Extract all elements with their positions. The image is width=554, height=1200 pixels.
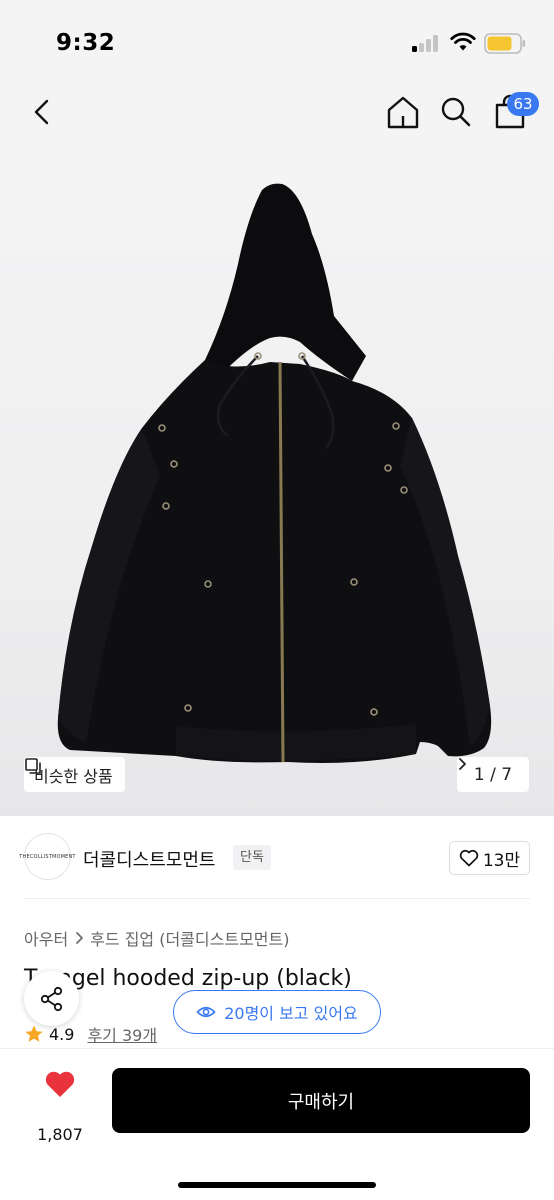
rating-row: 4.9 후기 39개 xyxy=(24,1022,157,1046)
brand-logo[interactable]: THECOLLISTMOMENT xyxy=(19,833,76,880)
brand-like-count: 13만 xyxy=(482,850,521,871)
nav-header xyxy=(0,80,554,146)
heart-filled-icon xyxy=(45,1071,75,1097)
breadcrumb: 아우터 후드 집업 (더콜디스트모먼트) xyxy=(24,926,289,950)
star-icon xyxy=(25,1025,43,1042)
share-button[interactable] xyxy=(24,971,79,1026)
status-time: 9:32 xyxy=(56,30,116,56)
rating-score: 4.9 xyxy=(49,1024,75,1044)
brand-like-button[interactable]: 13만 xyxy=(449,841,530,875)
cellular-signal-icon xyxy=(412,34,442,52)
buy-button[interactable]: 구매하기 xyxy=(112,1068,530,1133)
page-indicator-label: 1 / 7 xyxy=(473,764,513,785)
wishlist-button[interactable]: 1,807 xyxy=(30,1069,90,1144)
wishlist-count: 1,807 xyxy=(37,1125,83,1144)
share-icon xyxy=(40,986,62,1011)
breadcrumb-item[interactable]: 후드 집업 (더콜디스트모먼트) xyxy=(90,926,289,950)
eye-icon xyxy=(196,1006,216,1018)
brand-name[interactable]: 더콜디스트모먼트 xyxy=(83,846,215,872)
home-icon xyxy=(387,96,419,129)
image-page-indicator[interactable]: 1 / 7 xyxy=(457,757,529,792)
heart-outline-icon xyxy=(459,849,479,867)
chevron-left-icon xyxy=(34,99,49,125)
home-indicator xyxy=(178,1182,376,1188)
chevron-right-icon xyxy=(459,758,466,770)
bottom-bar: 1,807 구매하기 xyxy=(0,1048,554,1200)
product-photo xyxy=(57,183,492,763)
search-icon xyxy=(441,97,471,127)
divider xyxy=(24,898,530,899)
home-button[interactable] xyxy=(383,92,423,132)
similar-items-icon xyxy=(25,758,41,774)
product-image-gallery[interactable]: 비슷한 상품 1 / 7 xyxy=(0,146,554,816)
battery-icon xyxy=(484,33,525,54)
similar-products-button[interactable]: 비슷한 상품 xyxy=(24,757,125,792)
cart-count-badge: 63 xyxy=(507,92,539,116)
back-button[interactable] xyxy=(22,92,62,132)
status-bar: 9:32 xyxy=(0,0,554,80)
viewers-pill: 20명이 보고 있어요 xyxy=(173,990,381,1034)
exclusive-badge: 단독 xyxy=(233,845,271,870)
similar-products-label: 비슷한 상품 xyxy=(34,766,113,786)
viewers-label: 20명이 보고 있어요 xyxy=(224,1004,358,1023)
reviews-link[interactable]: 후기 39개 xyxy=(87,1022,157,1046)
search-button[interactable] xyxy=(436,92,476,132)
breadcrumb-item[interactable]: 아우터 xyxy=(24,926,68,950)
chevron-right-icon xyxy=(76,932,83,944)
wifi-icon xyxy=(450,32,476,51)
brand-row: THECOLLISTMOMENT 더콜디스트모먼트 단독 13만 xyxy=(0,816,554,900)
